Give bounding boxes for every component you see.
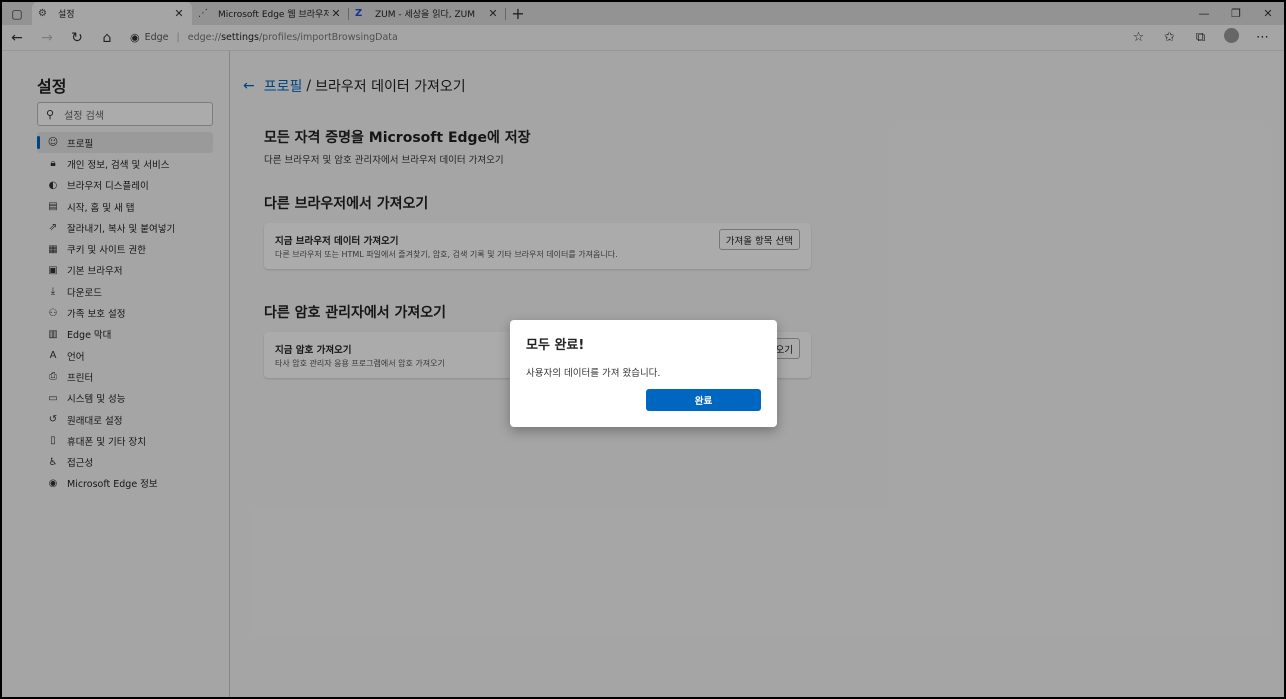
browser-window: ▢ ⚙ 설정 ✕ ⋰ Microsoft Edge 웹 브라우저 다운 ✕ Z … <box>2 2 1284 697</box>
done-button[interactable]: 완료 <box>646 389 761 411</box>
dialog-title: 모두 완료! <box>526 338 585 353</box>
dialog-message: 사용자의 데이터를 가져 왔습니다. <box>526 368 661 379</box>
import-complete-dialog: 모두 완료! 사용자의 데이터를 가져 왔습니다. 완료 <box>510 320 777 427</box>
